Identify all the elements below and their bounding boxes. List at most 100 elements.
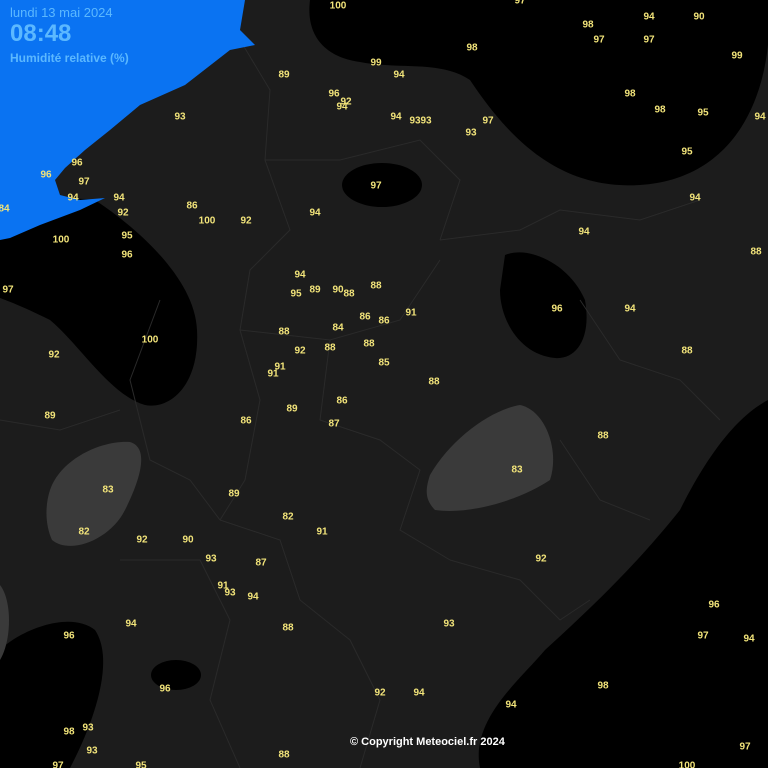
station-value: 94 bbox=[67, 192, 79, 204]
station-value: 96 bbox=[121, 249, 133, 261]
station-value: 96 bbox=[708, 599, 720, 611]
station-value: 93 bbox=[420, 115, 432, 127]
station-value: 92 bbox=[117, 207, 129, 219]
station-value: 88 bbox=[278, 749, 290, 761]
header-date: lundi 13 mai 2024 bbox=[10, 5, 113, 20]
station-value: 84 bbox=[332, 322, 344, 334]
station-value: 84 bbox=[0, 203, 10, 215]
station-value: 97 bbox=[370, 180, 382, 192]
station-value: 88 bbox=[278, 326, 290, 338]
station-value: 93 bbox=[409, 115, 421, 127]
station-value: 89 bbox=[286, 403, 298, 415]
station-value: 97 bbox=[593, 34, 605, 46]
station-value: 88 bbox=[750, 246, 762, 258]
station-value: 92 bbox=[48, 349, 60, 361]
station-value: 97 bbox=[697, 630, 709, 642]
station-value: 92 bbox=[535, 553, 547, 565]
station-value: 94 bbox=[743, 633, 755, 645]
station-value: 98 bbox=[624, 88, 636, 100]
station-value: 88 bbox=[324, 342, 336, 354]
station-value: 96 bbox=[63, 630, 75, 642]
station-value: 94 bbox=[754, 111, 766, 123]
station-value: 95 bbox=[290, 288, 302, 300]
humidity-map: lundi 13 mai 2024 08:48 Humidité relativ… bbox=[0, 0, 768, 768]
station-value: 87 bbox=[255, 557, 267, 569]
station-value: 86 bbox=[240, 415, 252, 427]
station-value: 97 bbox=[52, 760, 64, 768]
station-value: 82 bbox=[78, 526, 90, 538]
header-variable: Humidité relative (%) bbox=[10, 51, 129, 65]
station-value: 98 bbox=[582, 19, 594, 31]
station-value: 97 bbox=[78, 176, 90, 188]
station-value: 93 bbox=[82, 722, 94, 734]
station-value: 95 bbox=[135, 760, 147, 768]
station-value: 89 bbox=[228, 488, 240, 500]
station-value: 100 bbox=[329, 0, 347, 12]
station-value: 94 bbox=[294, 269, 306, 281]
station-value: 94 bbox=[125, 618, 137, 630]
station-value: 94 bbox=[624, 303, 636, 315]
station-value: 94 bbox=[393, 69, 405, 81]
station-value: 88 bbox=[363, 338, 375, 350]
station-value: 97 bbox=[514, 0, 526, 7]
station-value: 88 bbox=[282, 622, 294, 634]
station-value: 95 bbox=[121, 230, 133, 242]
station-value: 95 bbox=[681, 146, 693, 158]
dry-zone-east bbox=[426, 405, 554, 511]
station-value: 94 bbox=[336, 101, 348, 113]
station-value: 89 bbox=[278, 69, 290, 81]
station-value: 98 bbox=[654, 104, 666, 116]
station-value: 90 bbox=[332, 284, 344, 296]
station-value: 91 bbox=[405, 307, 417, 319]
station-value: 86 bbox=[186, 200, 198, 212]
station-value: 94 bbox=[247, 591, 259, 603]
station-value: 89 bbox=[44, 410, 56, 422]
header-time: 08:48 bbox=[10, 20, 72, 47]
station-value: 98 bbox=[466, 42, 478, 54]
station-value: 93 bbox=[224, 587, 236, 599]
station-value: 100 bbox=[678, 760, 696, 768]
station-value: 93 bbox=[443, 618, 455, 630]
copyright: © Copyright Meteociel.fr 2024 bbox=[350, 736, 505, 748]
station-value: 92 bbox=[136, 534, 148, 546]
station-value: 96 bbox=[328, 88, 340, 100]
station-value: 91 bbox=[316, 526, 328, 538]
station-value: 97 bbox=[482, 115, 494, 127]
station-value: 94 bbox=[578, 226, 590, 238]
station-value: 93 bbox=[86, 745, 98, 757]
humid-zone-east bbox=[500, 252, 587, 359]
station-value: 96 bbox=[71, 157, 83, 169]
station-value: 83 bbox=[102, 484, 114, 496]
station-value: 88 bbox=[597, 430, 609, 442]
station-value: 86 bbox=[336, 395, 348, 407]
station-value: 100 bbox=[198, 215, 216, 227]
station-value: 88 bbox=[343, 288, 355, 300]
station-value: 86 bbox=[359, 311, 371, 323]
station-value: 88 bbox=[681, 345, 693, 357]
station-value: 90 bbox=[182, 534, 194, 546]
station-value: 94 bbox=[309, 207, 321, 219]
station-value: 92 bbox=[374, 687, 386, 699]
station-value: 87 bbox=[328, 418, 340, 430]
station-value: 91 bbox=[267, 368, 279, 380]
station-value: 94 bbox=[643, 11, 655, 23]
station-value: 83 bbox=[511, 464, 523, 476]
station-value: 89 bbox=[309, 284, 321, 296]
station-value: 100 bbox=[141, 334, 159, 346]
station-value: 93 bbox=[465, 127, 477, 139]
station-value: 96 bbox=[159, 683, 171, 695]
humid-zone-north bbox=[309, 0, 768, 186]
station-value: 97 bbox=[2, 284, 14, 296]
humid-zone-west bbox=[0, 198, 198, 406]
station-value: 94 bbox=[505, 699, 517, 711]
station-value: 88 bbox=[370, 280, 382, 292]
station-value: 98 bbox=[597, 680, 609, 692]
station-value: 88 bbox=[428, 376, 440, 388]
station-value: 94 bbox=[390, 111, 402, 123]
station-value: 93 bbox=[174, 111, 186, 123]
dry-zone-west bbox=[46, 441, 142, 546]
station-value: 95 bbox=[697, 107, 709, 119]
station-value: 96 bbox=[40, 169, 52, 181]
station-value: 92 bbox=[240, 215, 252, 227]
station-value: 97 bbox=[739, 741, 751, 753]
